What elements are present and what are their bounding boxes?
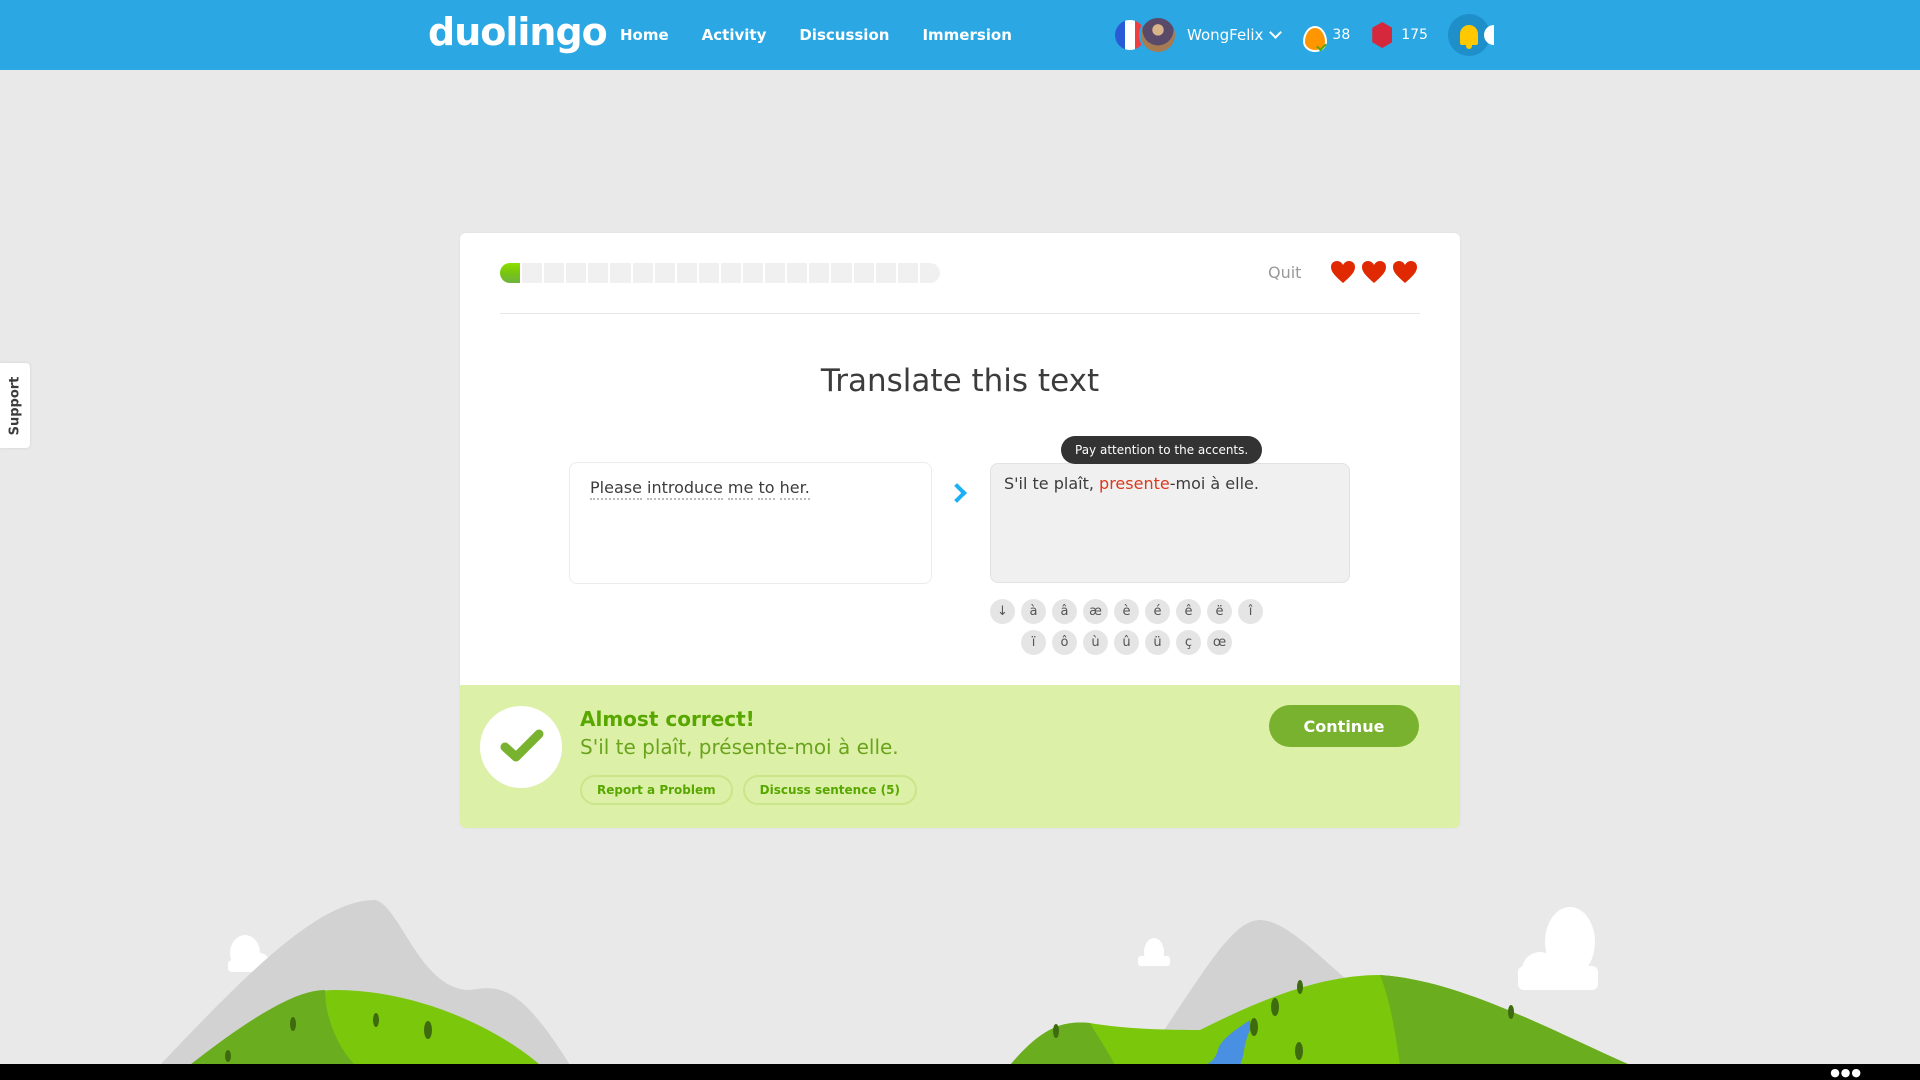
username-label: WongFelix [1187, 26, 1264, 44]
user-menu[interactable]: WongFelix [1187, 26, 1283, 44]
answer-error-word: presente [1099, 474, 1170, 493]
support-label: Support [7, 376, 23, 435]
accent-key[interactable]: æ [1083, 599, 1108, 624]
bell-icon [1459, 25, 1478, 49]
taskbar: ●●● [0, 1064, 1920, 1080]
progress-segment [897, 263, 918, 283]
accent-key[interactable]: é [1145, 599, 1170, 624]
heart-icon [1393, 261, 1417, 283]
streak-count: 38 [1332, 27, 1351, 43]
gems-counter[interactable]: 175 [1372, 22, 1428, 48]
duolingo-logo[interactable]: duolingo [428, 10, 608, 54]
progress-segment [919, 263, 940, 283]
heart-icon [1331, 261, 1355, 283]
progress-segment [654, 263, 675, 283]
progress-segment [809, 263, 830, 283]
feedback-panel: Almost correct! S'il te plaît, présente-… [460, 685, 1460, 828]
flame-icon [1302, 22, 1328, 52]
progress-segment [831, 263, 852, 283]
hint-word[interactable]: me [727, 478, 754, 500]
accent-key[interactable]: û [1114, 630, 1139, 655]
hearts [1330, 260, 1418, 284]
answer-input[interactable]: S'il te plaît, presente-moi à elle. [990, 463, 1350, 583]
answer-text-before: S'il te plaît, [1004, 474, 1100, 493]
chevron-down-icon [1269, 26, 1283, 39]
check-badge [480, 706, 562, 788]
streak-counter[interactable]: 38 [1302, 22, 1351, 52]
hint-word[interactable]: her. [779, 478, 810, 500]
nav-discussion[interactable]: Discussion [799, 26, 889, 44]
progress-segment-complete [500, 263, 521, 283]
accent-key[interactable]: œ [1207, 630, 1232, 655]
accent-tooltip: Pay attention to the accents. [1061, 436, 1263, 464]
feedback-actions: Report a Problem Discuss sentence (5) [580, 775, 917, 805]
progress-segment [875, 263, 896, 283]
nav-immersion[interactable]: Immersion [922, 26, 1011, 44]
heart-icon [1362, 261, 1386, 283]
feedback-title: Almost correct! [580, 707, 755, 731]
user-area: WongFelix 38 175 [1115, 0, 1494, 70]
discuss-sentence-button[interactable]: Discuss sentence (5) [742, 775, 917, 805]
source-sentence: Please introduce me to her. [569, 462, 932, 584]
cloud-mid [1138, 938, 1170, 966]
progress-segment [588, 263, 609, 283]
lesson-card: Quit Translate this text Please introduc… [460, 233, 1460, 828]
accent-key[interactable]: ê [1176, 599, 1201, 624]
accent-key[interactable]: ï [1021, 630, 1046, 655]
main-nav: Home Activity Discussion Immersion [620, 0, 1045, 70]
accent-key[interactable]: â [1052, 599, 1077, 624]
progress-segment [720, 263, 742, 283]
accent-key[interactable]: ù [1083, 630, 1108, 655]
nav-activity[interactable]: Activity [702, 26, 767, 44]
progress-segment [632, 263, 653, 283]
continue-button[interactable]: Continue [1269, 705, 1419, 747]
landscape-illustration [160, 900, 1630, 1065]
report-problem-button[interactable]: Report a Problem [580, 775, 733, 805]
progress-segment [853, 263, 874, 283]
support-tab[interactable]: Support [0, 363, 30, 448]
progress-segment [566, 263, 587, 283]
progress-segment [676, 263, 697, 283]
progress-segment [522, 263, 543, 283]
accent-key[interactable]: ç [1176, 630, 1201, 655]
lesson-progress-bar [500, 263, 940, 283]
chevron-right-icon [947, 483, 967, 503]
gem-count: 175 [1401, 27, 1428, 43]
hint-word[interactable]: introduce [647, 478, 723, 500]
gem-icon [1372, 22, 1393, 48]
progress-segment [610, 263, 631, 283]
progress-segment [743, 263, 764, 283]
accent-key[interactable]: ë [1207, 599, 1232, 624]
top-navigation-bar: duolingo Home Activity Discussion Immers… [0, 0, 1920, 70]
notifications-button[interactable] [1447, 14, 1494, 56]
accent-row-2: ïôùûüçœ [1021, 630, 1290, 655]
nav-home[interactable]: Home [620, 26, 669, 44]
progress-segment [787, 263, 808, 283]
notification-indicator [1483, 25, 1494, 45]
correct-answer: S'il te plaît, présente-moi à elle. [580, 735, 899, 759]
accent-toggle-button[interactable]: ↓ [990, 599, 1015, 624]
quit-button[interactable]: Quit [1268, 263, 1301, 282]
hint-word[interactable]: to [758, 478, 775, 500]
accent-key[interactable]: ô [1052, 630, 1077, 655]
progress-segment [544, 263, 565, 283]
accent-key[interactable]: à [1021, 599, 1046, 624]
divider [500, 313, 1420, 314]
more-icon[interactable]: ●●● [1830, 1066, 1862, 1079]
progress-segment [765, 263, 786, 283]
accent-row-1: ↓ à â æ è é ê ë î [990, 599, 1290, 624]
accent-key[interactable]: î [1238, 599, 1263, 624]
accent-keyboard: ↓ à â æ è é ê ë î ïôùûüçœ [990, 599, 1290, 661]
answer-text-after: -moi à elle. [1169, 474, 1259, 493]
accent-key[interactable]: è [1114, 599, 1139, 624]
cloud-right [1518, 907, 1598, 990]
avatar[interactable] [1139, 16, 1177, 54]
accent-key[interactable]: ü [1145, 630, 1170, 655]
challenge-title: Translate this text [820, 363, 1100, 399]
progress-segment [698, 263, 719, 283]
checkmark-icon [500, 729, 544, 762]
hint-word[interactable]: Please [590, 478, 642, 500]
